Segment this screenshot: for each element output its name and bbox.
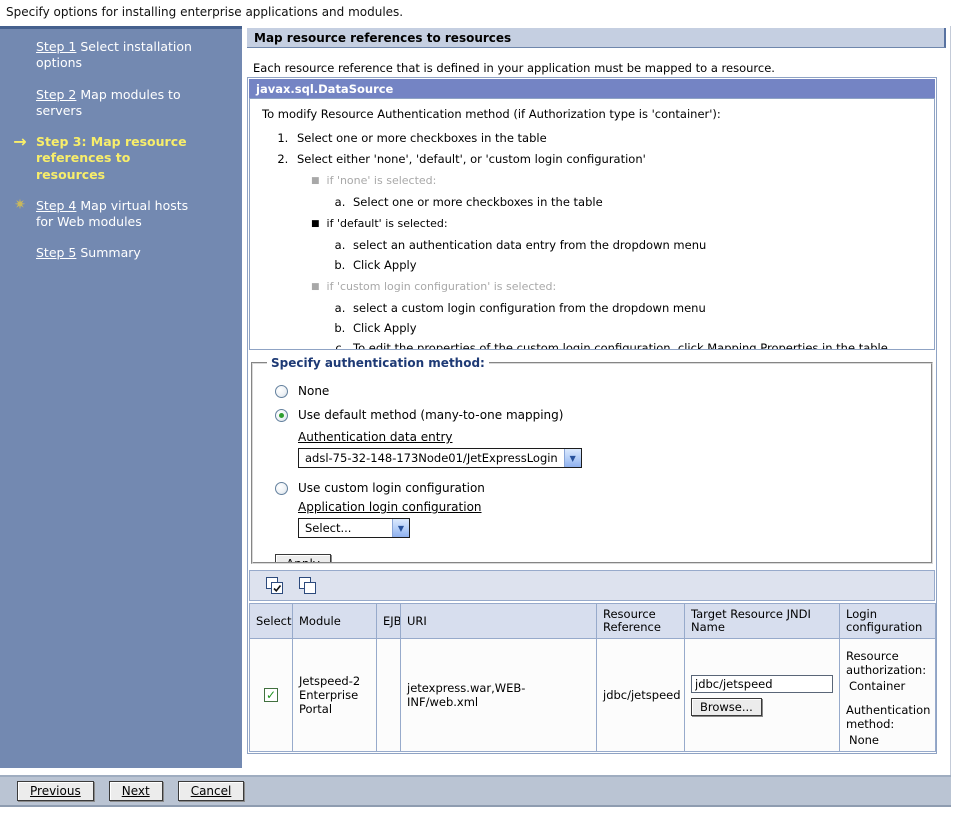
auth-custom-radio[interactable] <box>275 482 288 495</box>
authentication-method-label: Authentication method: <box>846 703 929 731</box>
auth-default-label: Use default method (many-to-one mapping) <box>298 408 563 422</box>
col-header-uri: URI <box>401 604 597 639</box>
auth-method-fieldset: Specify authentication method: None Use … <box>251 356 933 564</box>
auth-none-label: None <box>298 384 329 398</box>
step5-link[interactable]: Step 5 <box>36 245 76 260</box>
page-right-border <box>950 26 951 775</box>
apply-button[interactable]: Apply <box>275 554 331 564</box>
none-option-a: Select one or more checkboxes in the tab… <box>349 195 922 209</box>
auth-data-entry-label: Authentication data entry <box>298 430 452 444</box>
auth-method-legend: Specify authentication method: <box>267 356 489 370</box>
col-header-module: Module <box>293 604 377 639</box>
step1-link[interactable]: Step 1 <box>36 39 76 54</box>
step4-link[interactable]: Step 4 <box>36 198 76 213</box>
col-header-target-jndi: Target Resource JNDI Name <box>685 604 840 639</box>
sidebar-item-step5[interactable]: Step 5 Summary <box>36 245 194 261</box>
login-configuration-cell: Resource authorization: Container Authen… <box>840 639 936 752</box>
wizard-page: Specify options for installing enterpris… <box>0 0 964 817</box>
wizard-footer-bar: Previous Next Cancel <box>0 775 951 807</box>
none-option-header: if 'none' is selected: <box>311 174 922 189</box>
authentication-method-value: None <box>849 733 929 747</box>
sidebar-item-step1[interactable]: Step 1 Select installation options <box>36 39 194 72</box>
app-login-config-label: Application login configuration <box>298 500 482 514</box>
dropdown-arrow-icon[interactable]: ▼ <box>564 449 581 467</box>
table-row: ✓ Jetspeed-2 Enterprise Portal jetexpres… <box>250 639 936 752</box>
custom-option-c: To edit the properties of the custom log… <box>349 341 922 350</box>
instructions-box: To modify Resource Authentication method… <box>249 98 935 350</box>
main-content: Map resource references to resources Eac… <box>242 26 964 768</box>
resource-authorization-value: Container <box>849 679 929 693</box>
cancel-button[interactable]: Cancel <box>178 781 245 801</box>
auth-custom-label: Use custom login configuration <box>298 481 485 495</box>
section-header-datasource: javax.sql.DataSource <box>249 79 935 98</box>
target-jndi-cell: Browse... <box>685 639 840 752</box>
jndi-name-input[interactable] <box>691 675 833 693</box>
sidebar-item-step2[interactable]: Step 2 Map modules to servers <box>36 87 194 120</box>
custom-option-b: Click Apply <box>349 321 922 335</box>
page-description: Each resource reference that is defined … <box>253 61 775 75</box>
ejb-cell <box>377 639 401 752</box>
auth-data-entry-select[interactable]: adsl-75-32-148-173Node01/JetExpressLogin… <box>298 448 582 468</box>
select-cell: ✓ <box>250 639 293 752</box>
step4-star-icon: ✷ <box>8 196 32 214</box>
col-header-resource-reference: Resource Reference <box>597 604 685 639</box>
module-cell: Jetspeed-2 Enterprise Portal <box>293 639 377 752</box>
sidebar-item-step3-current: → Step 3: Map resource references to res… <box>36 134 194 183</box>
select-all-icon[interactable] <box>264 575 286 597</box>
col-header-ejb: EJB <box>377 604 401 639</box>
instruction-step-2: Select either 'none', 'default', or 'cus… <box>292 152 922 350</box>
instruction-step-1: Select one or more checkboxes in the tab… <box>292 131 922 145</box>
sidebar-item-step4[interactable]: ✷ Step 4 Map virtual hosts for Web modul… <box>36 198 194 231</box>
uri-cell: jetexpress.war,WEB-INF/web.xml <box>401 639 597 752</box>
previous-button[interactable]: Previous <box>17 781 94 801</box>
resource-reference-cell: jdbc/jetspeed <box>597 639 685 752</box>
step3-label: Step 3: Map resource references to resou… <box>36 134 187 182</box>
custom-option-header: if 'custom login configuration' is selec… <box>311 280 922 295</box>
default-option-b: Click Apply <box>349 258 922 272</box>
browse-button[interactable]: Browse... <box>691 698 762 716</box>
default-option-header: if 'default' is selected: <box>311 217 922 232</box>
table-toolbar <box>249 570 935 601</box>
auth-none-radio[interactable] <box>275 385 288 398</box>
app-login-config-selected-value: Select... <box>299 521 357 535</box>
col-header-login-configuration: Login configuration <box>840 604 936 639</box>
custom-option-a: select a custom login configuration from… <box>349 301 922 315</box>
row-checkbox-checked[interactable]: ✓ <box>264 688 278 702</box>
step2-link[interactable]: Step 2 <box>36 87 76 102</box>
col-header-select: Select <box>250 604 293 639</box>
current-step-arrow-icon: → <box>8 132 32 153</box>
instructions-list: Select one or more checkboxes in the tab… <box>292 131 922 350</box>
datasource-panel: javax.sql.DataSource To modify Resource … <box>247 77 937 754</box>
page-title: Map resource references to resources <box>247 28 946 48</box>
check-icon: ✓ <box>266 688 276 702</box>
resource-authorization-label: Resource authorization: <box>846 649 929 677</box>
auth-data-entry-selected-value: adsl-75-32-148-173Node01/JetExpressLogin <box>299 451 564 465</box>
table-header-row: Select Module EJB URI Resource Reference… <box>250 604 936 639</box>
deselect-all-icon[interactable] <box>297 575 319 597</box>
next-button[interactable]: Next <box>109 781 163 801</box>
step5-label: Summary <box>80 245 140 260</box>
default-option-a: select an authentication data entry from… <box>349 238 922 252</box>
instructions-intro: To modify Resource Authentication method… <box>262 107 922 121</box>
app-login-config-select[interactable]: Select... ▼ <box>298 518 410 538</box>
resource-references-table: Select Module EJB URI Resource Reference… <box>249 603 936 752</box>
wizard-steps-sidebar: Step 1 Select installation options Step … <box>0 26 242 768</box>
auth-default-radio[interactable] <box>275 409 288 422</box>
dropdown-arrow-icon[interactable]: ▼ <box>392 519 409 537</box>
page-instruction-text: Specify options for installing enterpris… <box>6 5 403 19</box>
